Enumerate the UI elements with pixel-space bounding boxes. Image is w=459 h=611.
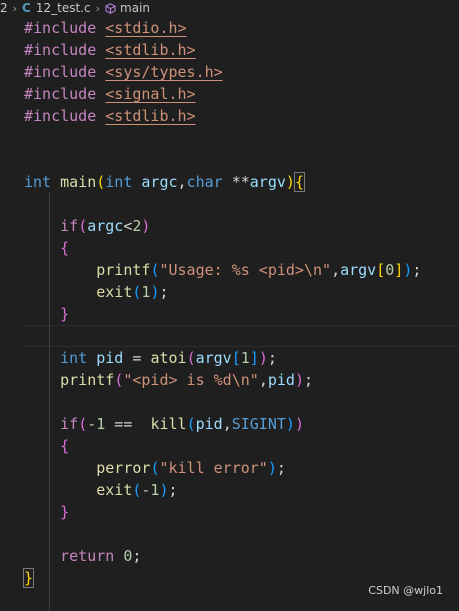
symbol-method-icon [105,2,116,14]
code-line-26: } [22,568,35,588]
code-line-14: } [60,305,70,323]
code-line-10: if(argc<2) [60,217,151,235]
code-line-3: #include <sys/types.h> [24,63,223,81]
watermark: CSDN @wjlo1 [368,584,443,597]
code-line-16: int pid = atoi(argv[1]); [60,349,277,367]
breadcrumb-file-name: 12_test.c [35,1,91,15]
code-line-12: printf("Usage: %s <pid>\n",argv[0]); [96,261,422,279]
code-line-17: printf("<pid> is %d\n",pid); [60,371,313,389]
c-file-icon: C [22,1,31,15]
breadcrumb: 2 › C 12_test.c › main [0,0,459,16]
current-line-highlight [24,325,459,347]
breadcrumb-symbol-name: main [120,1,150,15]
code-line-2: #include <stdlib.h> [24,41,196,59]
code-line-23: } [60,503,70,521]
chevron-right-icon: › [12,1,18,15]
code-line-5: #include <stdlib.h> [24,107,196,125]
code-line-8: int main(int argc,char **argv){ [24,172,305,192]
breadcrumb-folder[interactable]: 2 [0,1,8,15]
code-line-25: return 0; [60,547,142,565]
chevron-right-icon: › [95,1,100,15]
code-line-19: if(-1 == kill(pid,SIGINT)) [60,415,304,433]
code-line-20: { [60,437,70,455]
code-line-22: exit(-1); [96,481,178,499]
code-line-4: #include <signal.h> [24,85,196,103]
code-line-13: exit(1); [96,283,169,301]
breadcrumb-file[interactable]: C 12_test.c [22,1,91,15]
breadcrumb-symbol[interactable]: main [105,1,150,15]
code-line-1: #include <stdio.h> [24,19,187,37]
code-line-21: perror("kill error"); [96,459,286,477]
code-line-11: { [60,239,70,257]
